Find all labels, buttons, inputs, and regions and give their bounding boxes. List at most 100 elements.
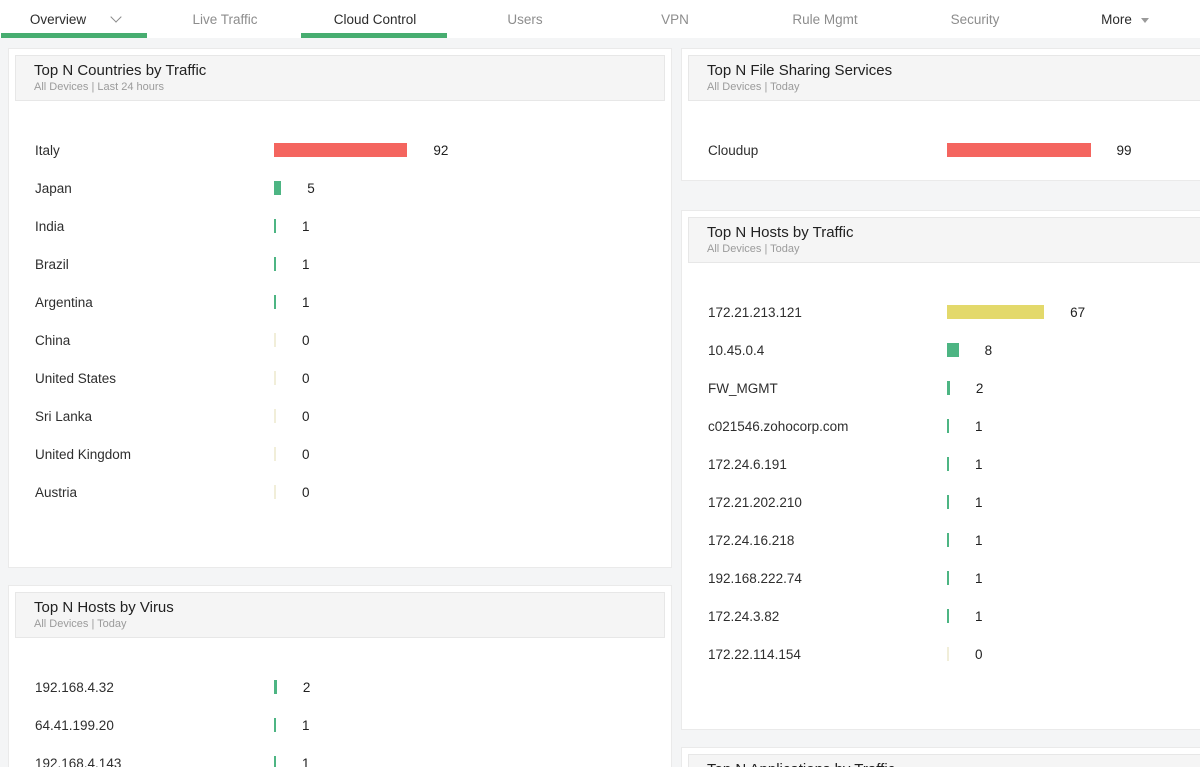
bar-area: 1: [947, 495, 983, 510]
chevron-down-icon: [110, 11, 122, 23]
chart-row[interactable]: Sri Lanka 0: [35, 397, 671, 435]
bar-area: 1: [947, 533, 983, 548]
bar[interactable]: [947, 533, 949, 547]
tab-users[interactable]: Users: [450, 0, 600, 38]
tab-overview[interactable]: Overview: [0, 0, 150, 38]
tab-vpn[interactable]: VPN: [600, 0, 750, 38]
bar[interactable]: [947, 609, 949, 623]
chart-row[interactable]: 172.22.114.154 0: [708, 635, 1200, 673]
chart-row[interactable]: Italy 92: [35, 131, 671, 169]
chart-row[interactable]: 192.168.4.32 2: [35, 668, 671, 706]
chart-row[interactable]: 172.21.202.210 1: [708, 483, 1200, 521]
bar[interactable]: [947, 143, 1091, 157]
row-label: China: [35, 332, 71, 348]
bar[interactable]: [947, 495, 949, 509]
chart-row[interactable]: 172.24.16.218 1: [708, 521, 1200, 559]
chart-row[interactable]: 192.168.222.74 1: [708, 559, 1200, 597]
bar[interactable]: [947, 457, 949, 471]
row-value: 1: [975, 570, 983, 586]
bar[interactable]: [274, 143, 408, 157]
row-label: India: [35, 218, 65, 234]
chart-row[interactable]: 172.24.6.191 1: [708, 445, 1200, 483]
bar[interactable]: [274, 219, 276, 233]
row-value: 2: [975, 380, 984, 396]
chart-row[interactable]: FW_MGMT 2: [708, 369, 1200, 407]
row-label: Cloudup: [708, 142, 759, 158]
chart-row[interactable]: United Kingdom 0: [35, 435, 671, 473]
row-label: 10.45.0.4: [708, 342, 765, 358]
bar-area: 1: [947, 609, 983, 624]
panel-title: Top N Countries by Traffic: [34, 62, 207, 79]
tab-label: VPN: [661, 11, 689, 27]
bar[interactable]: [274, 333, 276, 347]
chart-row[interactable]: Japan 5: [35, 169, 671, 207]
chart-row[interactable]: 172.21.213.121 67: [708, 293, 1200, 331]
chart-row[interactable]: 192.168.4.143 1: [35, 744, 671, 767]
bar-area: 1: [947, 457, 983, 472]
dashboard-content: Top N Countries by Traffic All Devices |…: [0, 38, 1200, 767]
panel-header: Top N Countries by Traffic All Devices |…: [15, 55, 665, 101]
bar[interactable]: [274, 680, 277, 694]
bar[interactable]: [274, 295, 276, 309]
bar[interactable]: [947, 381, 950, 395]
row-value: 0: [302, 446, 310, 462]
panel-title: Top N Hosts by Virus: [34, 599, 174, 616]
panel-subtitle: All Devices | Today: [707, 243, 800, 255]
chart-row[interactable]: Argentina 1: [35, 283, 671, 321]
bar[interactable]: [274, 371, 276, 385]
bar-area: 0: [274, 485, 310, 500]
bar[interactable]: [947, 647, 949, 661]
tab-security[interactable]: Security: [900, 0, 1050, 38]
bar-area: 1: [274, 295, 310, 310]
row-value: 1: [302, 755, 310, 767]
tab-label: Live Traffic: [192, 11, 258, 27]
row-value: 0: [975, 646, 983, 662]
chart-row[interactable]: Austria 0: [35, 473, 671, 511]
panel-title: Top N Hosts by Traffic: [707, 224, 854, 241]
bar-area: 2: [274, 680, 310, 695]
bar[interactable]: [274, 181, 282, 195]
panel-top-hosts-by-traffic: Top N Hosts by Traffic All Devices | Tod…: [681, 210, 1200, 730]
row-value: 1: [975, 456, 983, 472]
panel-top-hosts-by-virus: Top N Hosts by Virus All Devices | Today…: [8, 585, 672, 767]
row-value: 5: [307, 180, 315, 196]
bar[interactable]: [274, 756, 276, 767]
bar[interactable]: [947, 571, 949, 585]
chart-row[interactable]: China 0: [35, 321, 671, 359]
chart-row[interactable]: 64.41.199.20 1: [35, 706, 671, 744]
bar[interactable]: [947, 419, 949, 433]
panel-top-file-sharing-services: Top N File Sharing Services All Devices …: [681, 48, 1200, 181]
bar[interactable]: [274, 257, 276, 271]
bar-chart: 192.168.4.32 2 64.41.199.20 1 192.168.4.143 1: [9, 644, 671, 767]
chart-row[interactable]: Cloudup 99: [708, 131, 1200, 169]
row-label: Japan: [35, 180, 72, 196]
row-value: 1: [975, 608, 983, 624]
chart-row[interactable]: c021546.zohocorp.com 1: [708, 407, 1200, 445]
bar-area: 1: [274, 257, 310, 272]
bar[interactable]: [947, 343, 959, 357]
row-value: 1: [302, 218, 310, 234]
chart-row[interactable]: 10.45.0.4 8: [708, 331, 1200, 369]
panel-subtitle: All Devices | Last 24 hours: [34, 81, 165, 93]
tab-cloud-control[interactable]: Cloud Control: [300, 0, 450, 38]
chart-row[interactable]: Office 365 0: [708, 169, 1200, 180]
chart-row[interactable]: Brazil 1: [35, 245, 671, 283]
caret-down-icon: [1140, 17, 1149, 23]
bar[interactable]: [274, 718, 276, 732]
bar[interactable]: [947, 305, 1045, 319]
bar-area: 1: [274, 219, 310, 234]
row-value: 1: [975, 532, 983, 548]
row-label: 192.168.222.74: [708, 570, 802, 586]
row-label: 172.24.6.191: [708, 456, 787, 472]
chart-row[interactable]: 172.24.3.82 1: [708, 597, 1200, 635]
bar[interactable]: [274, 485, 276, 499]
tab-label: Rule Mgmt: [792, 11, 858, 27]
row-value: 1: [302, 256, 310, 272]
tab-live-traffic[interactable]: Live Traffic: [150, 0, 300, 38]
bar[interactable]: [274, 409, 276, 423]
tab-more[interactable]: More: [1050, 0, 1200, 38]
bar[interactable]: [274, 447, 276, 461]
tab-rule-mgmt[interactable]: Rule Mgmt: [750, 0, 900, 38]
chart-row[interactable]: India 1: [35, 207, 671, 245]
chart-row[interactable]: United States 0: [35, 359, 671, 397]
